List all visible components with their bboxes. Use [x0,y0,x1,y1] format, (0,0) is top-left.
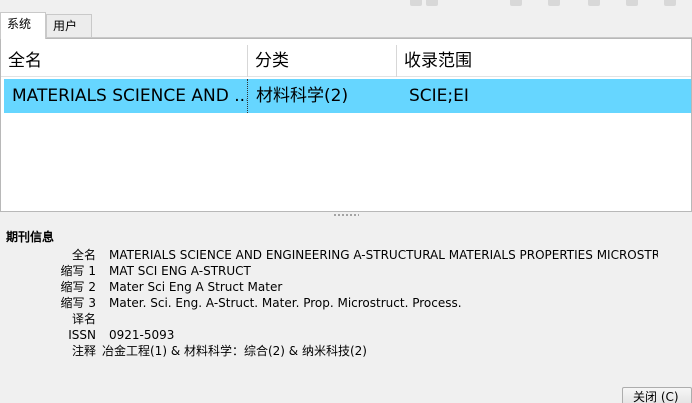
tab-bar: 系统 用户 [0,12,692,39]
toolbar-tool-icon[interactable] [548,0,560,6]
info-value: MATERIALS SCIENCE AND ENGINEERING A-STRU… [109,248,658,262]
toolbar-tool-icon[interactable] [426,0,438,6]
info-row-fullname: 全名 MATERIALS SCIENCE AND ENGINEERING A-S… [0,247,692,263]
info-label: ISSN [68,328,96,342]
info-panel-title: 期刊信息 [6,230,55,244]
info-label: 注释 [71,344,96,358]
column-header-category[interactable]: 分类 [248,45,397,77]
info-label: 缩写 1 [60,264,96,278]
column-header-coverage[interactable]: 收录范围 [397,45,691,77]
toolbar-tool-icon[interactable] [664,0,676,6]
toolbar-tool-icon[interactable] [626,0,638,6]
info-value: 冶金工程(1) & 材料科学：综合(2) & 纳米科技(2) [102,344,367,358]
splitter-grip-icon[interactable] [333,214,359,216]
info-value: MAT SCI ENG A-STRUCT [109,264,251,278]
info-row-abbr-2: 缩写 2 Mater Sci Eng A Struct Mater [0,279,692,295]
info-row-abbr-1: 缩写 1 MAT SCI ENG A-STRUCT [0,263,692,279]
cell-fullname: MATERIALS SCIENCE AND ... [4,79,248,113]
info-label: 译名 [71,312,96,326]
toolbar [0,0,692,8]
info-value: 0921-5093 [109,328,175,342]
info-label: 全名 [71,248,96,262]
info-row-notes: 注释 冶金工程(1) & 材料科学：综合(2) & 纳米科技(2) [0,343,692,359]
cell-coverage: SCIE;EI [409,86,469,106]
table-header: 全名 分类 收录范围 [1,45,691,77]
cell-category: 材料科学(2) [256,86,349,106]
info-value: Mater. Sci. Eng. A-Struct. Mater. Prop. … [109,296,462,310]
column-header-fullname[interactable]: 全名 [1,45,248,77]
close-button[interactable]: 关闭 (C) [622,387,692,403]
info-value: Mater Sci Eng A Struct Mater [109,280,283,294]
info-label: 缩写 2 [60,280,96,294]
tab-system[interactable]: 系统 [0,12,46,39]
journal-table: 全名 分类 收录范围 MATERIALS SCIENCE AND ... 材料科… [0,38,692,212]
info-row-translated-name: 译名 [0,311,692,327]
info-row-abbr-3: 缩写 3 Mater. Sci. Eng. A-Struct. Mater. P… [0,295,692,311]
toolbar-tool-icon[interactable] [588,0,600,6]
panel-splitter[interactable] [0,212,692,218]
toolbar-tool-icon[interactable] [510,0,522,6]
info-label: 缩写 3 [60,296,96,310]
info-row-issn: ISSN 0921-5093 [0,327,692,343]
tab-user[interactable]: 用户 [46,14,92,38]
table-row[interactable]: MATERIALS SCIENCE AND ... 材料科学(2) SCIE;E… [4,79,691,113]
toolbar-tool-icon[interactable] [410,0,422,6]
